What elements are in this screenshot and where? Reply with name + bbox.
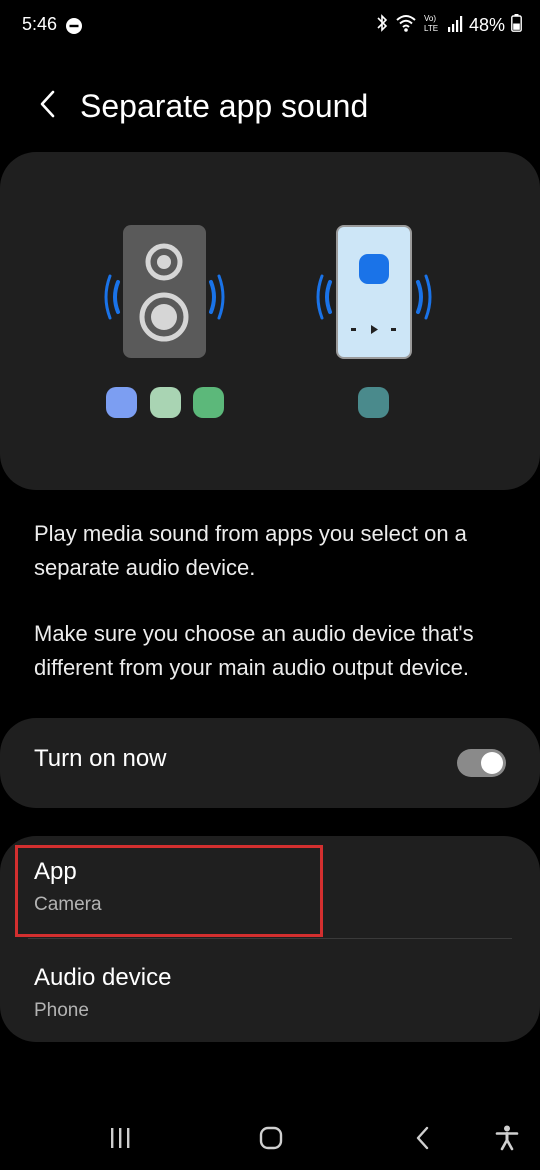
accessibility-button[interactable] (487, 1122, 527, 1158)
do-not-disturb-icon (66, 18, 82, 34)
home-icon (259, 1126, 283, 1155)
svg-text:Vo): Vo) (424, 14, 436, 23)
wifi-icon (395, 13, 417, 38)
volte-icon: Vo) LTE (423, 12, 441, 39)
app-dots (106, 387, 389, 418)
back-button[interactable] (28, 84, 68, 128)
back-icon (415, 1126, 431, 1155)
recent-apps-icon (108, 1127, 132, 1154)
back-arrow-icon (38, 89, 58, 124)
home-button[interactable] (251, 1122, 291, 1158)
phone-icon (336, 225, 412, 359)
nav-back-button[interactable] (403, 1122, 443, 1158)
recent-apps-button[interactable] (100, 1122, 140, 1158)
toggle-knob (481, 752, 503, 774)
turn-on-now-row[interactable]: Turn on now (0, 718, 540, 808)
audio-device-setting-value: Phone (34, 1000, 89, 1021)
illustration-card (0, 152, 540, 490)
speaker-icon (123, 225, 206, 358)
status-time: 5:46 (22, 14, 58, 34)
audio-device-setting-row[interactable]: Audio device Phone (0, 939, 540, 1041)
description-paragraph-1: Play media sound from apps you select on… (34, 521, 467, 580)
accessibility-icon (495, 1125, 519, 1156)
signal-icon (447, 14, 463, 37)
audio-device-setting-title: Audio device (34, 964, 172, 991)
bluetooth-icon (375, 13, 389, 38)
battery-icon (511, 13, 522, 37)
battery-percentage: 48% (468, 14, 505, 35)
page-title: Separate app sound (80, 88, 369, 124)
highlight-box (15, 845, 323, 937)
navigation-bar (0, 1110, 540, 1170)
description-paragraph-2: Make sure you choose an audio device tha… (34, 621, 474, 680)
status-icons: Vo) LTE 48% (375, 12, 522, 38)
turn-on-now-switch[interactable] (457, 749, 506, 777)
description: Play media sound from apps you select on… (34, 517, 514, 717)
separate-sound-illustration (104, 225, 432, 418)
status-bar: 5:46 Vo) LTE 48% (0, 0, 540, 52)
svg-text:LTE: LTE (424, 24, 438, 33)
toggle-label: Turn on now (34, 745, 167, 772)
